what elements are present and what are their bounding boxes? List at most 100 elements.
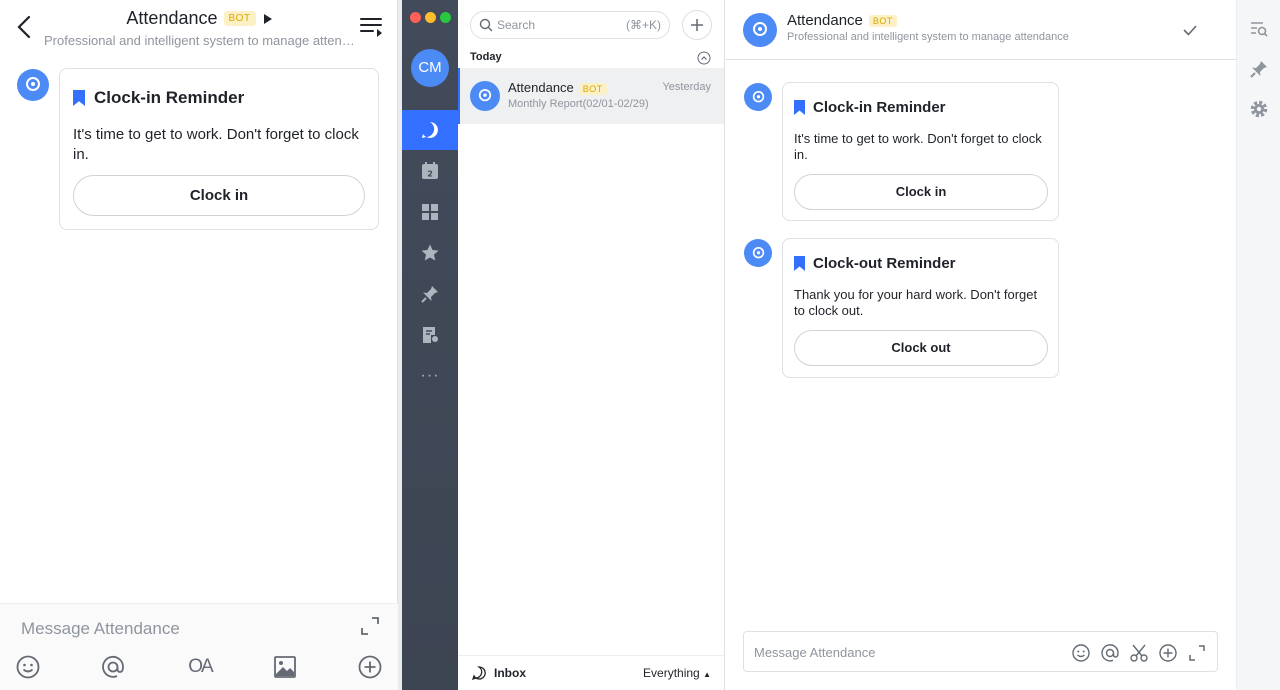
message-input[interactable]: Message Attendance <box>754 645 875 660</box>
right-toolbar <box>1236 0 1280 690</box>
bot-avatar[interactable] <box>743 13 777 47</box>
clock-in-button[interactable]: Clock in <box>73 175 365 216</box>
calendar-day: 2 <box>427 170 433 179</box>
at-icon[interactable] <box>100 654 126 680</box>
minimize-window-dot[interactable] <box>425 12 436 23</box>
rail-item-favorites[interactable] <box>402 233 458 273</box>
emoji-icon[interactable] <box>15 654 41 680</box>
conversation-name: Attendance BOT <box>508 80 607 95</box>
search-history-icon[interactable] <box>1249 19 1269 39</box>
image-icon[interactable] <box>272 654 298 680</box>
rail-item-docs[interactable] <box>402 315 458 355</box>
card-title: Clock-in Reminder <box>73 88 244 108</box>
bookmark-icon <box>794 256 805 271</box>
chat-subtitle: Professional and intelligent system to m… <box>787 31 1069 43</box>
bot-avatar <box>470 81 500 111</box>
card-body: Thank you for your hard work. Don't forg… <box>794 287 1038 318</box>
clock-out-button[interactable]: Clock out <box>794 330 1048 366</box>
more-icon[interactable]: ··· <box>402 356 458 396</box>
location-pin-icon <box>478 89 492 102</box>
mobile-chat-panel: Attendance BOT Professional and intellige… <box>0 0 398 690</box>
pin-icon[interactable] <box>1249 59 1269 79</box>
conversation-list: Search (⌘+K) Today Attendance BOT Yesterd… <box>458 0 725 690</box>
chat-window: Attendance BOT Professional and intellige… <box>726 0 1236 690</box>
plus-icon <box>691 19 703 31</box>
bot-avatar[interactable] <box>744 83 772 111</box>
docs-icon <box>423 327 438 343</box>
card-title: Clock-in Reminder <box>794 99 946 116</box>
scissors-icon[interactable] <box>1129 643 1149 663</box>
maximize-window-dot[interactable] <box>440 12 451 23</box>
bot-badge: BOT <box>578 82 607 95</box>
card-body: It's time to get to work. Don't forget t… <box>794 131 1042 162</box>
mobile-title-row: Attendance BOT <box>0 8 398 29</box>
clock-in-button[interactable]: Clock in <box>794 174 1048 210</box>
conversation-time: Yesterday <box>662 81 711 93</box>
bot-avatar[interactable] <box>17 69 49 101</box>
apps-grid-icon <box>422 204 438 220</box>
expand-icon[interactable] <box>360 616 380 636</box>
mobile-title: Attendance <box>126 8 218 28</box>
section-header-today: Today <box>470 51 502 63</box>
list-footer: Inbox Everything ▲ <box>458 655 724 690</box>
search-bar[interactable]: Search (⌘+K) <box>470 11 670 39</box>
selected-indicator <box>458 68 460 124</box>
chat-icon <box>422 122 438 138</box>
close-window-dot[interactable] <box>410 12 421 23</box>
rail-item-chat[interactable] <box>402 110 458 150</box>
rail-item-calendar[interactable]: 2 <box>402 151 458 191</box>
desktop-app: CM 2 ··· Search (⌘+K) Today Attendance B… <box>402 0 1280 690</box>
bot-badge: BOT <box>223 11 256 26</box>
at-icon[interactable] <box>1100 643 1120 663</box>
mobile-header: Attendance BOT Professional and intellige… <box>0 0 398 56</box>
location-pin-icon <box>26 77 40 91</box>
oa-icon[interactable]: OA <box>186 654 214 680</box>
star-icon <box>421 244 439 261</box>
conversation-item-attendance[interactable]: Attendance BOT Yesterday Monthly Report(0… <box>458 68 724 124</box>
location-pin-icon <box>753 22 767 36</box>
chat-menu-icon[interactable] <box>360 16 384 38</box>
location-pin-icon <box>752 90 764 102</box>
plus-circle-icon[interactable] <box>1158 643 1178 663</box>
message-input[interactable]: Message Attendance <box>21 619 180 639</box>
expand-icon[interactable] <box>1187 643 1207 663</box>
inbox-bubble-icon[interactable] <box>472 666 486 680</box>
card-title: Clock-out Reminder <box>794 255 956 272</box>
clock-in-card: Clock-in Reminder It's time to get to wo… <box>59 68 379 230</box>
conversation-preview: Monthly Report(02/01-02/29) <box>508 98 649 110</box>
bookmark-icon <box>73 90 85 106</box>
search-icon <box>479 18 493 32</box>
emoji-icon[interactable] <box>1071 643 1091 663</box>
card-body: It's time to get to work. Don't forget t… <box>73 126 359 163</box>
calendar-icon: 2 <box>422 162 438 179</box>
pin-icon <box>421 286 438 303</box>
caret-up-icon: ▲ <box>703 670 711 679</box>
nav-rail: CM 2 ··· <box>402 0 458 690</box>
location-pin-icon <box>752 246 764 258</box>
bookmark-icon <box>794 100 805 115</box>
rail-item-workplace[interactable] <box>402 192 458 232</box>
chat-header: Attendance BOT Professional and intellige… <box>726 0 1236 60</box>
checkmark-icon[interactable] <box>1181 21 1199 39</box>
rail-item-pins[interactable] <box>402 274 458 314</box>
search-shortcut: (⌘+K) <box>625 18 661 32</box>
clock-out-card: Clock-out Reminder Thank you for your ha… <box>782 238 1059 378</box>
user-avatar[interactable]: CM <box>411 49 449 87</box>
filter-dropdown[interactable]: Everything ▲ <box>643 666 711 680</box>
chat-title: Attendance BOT <box>787 12 897 29</box>
new-chat-button[interactable] <box>682 10 712 40</box>
bot-badge: BOT <box>868 15 897 28</box>
play-triangle-icon[interactable] <box>263 13 272 24</box>
plus-circle-icon[interactable] <box>357 654 383 680</box>
message-composer[interactable]: Message Attendance <box>743 631 1218 672</box>
mobile-composer: Message Attendance OA <box>0 603 398 690</box>
search-placeholder: Search <box>497 18 536 32</box>
mobile-toolbar: OA <box>0 654 398 684</box>
bot-avatar[interactable] <box>744 239 772 267</box>
settings-gear-icon[interactable] <box>1249 99 1269 119</box>
mobile-subtitle: Professional and intelligent system to m… <box>44 33 356 48</box>
collapse-chevron-icon[interactable] <box>697 51 711 65</box>
screenshot-root: Attendance BOT Professional and intellige… <box>0 0 1280 690</box>
clock-in-card: Clock-in Reminder It's time to get to wo… <box>782 82 1059 221</box>
inbox-label[interactable]: Inbox <box>494 666 526 680</box>
